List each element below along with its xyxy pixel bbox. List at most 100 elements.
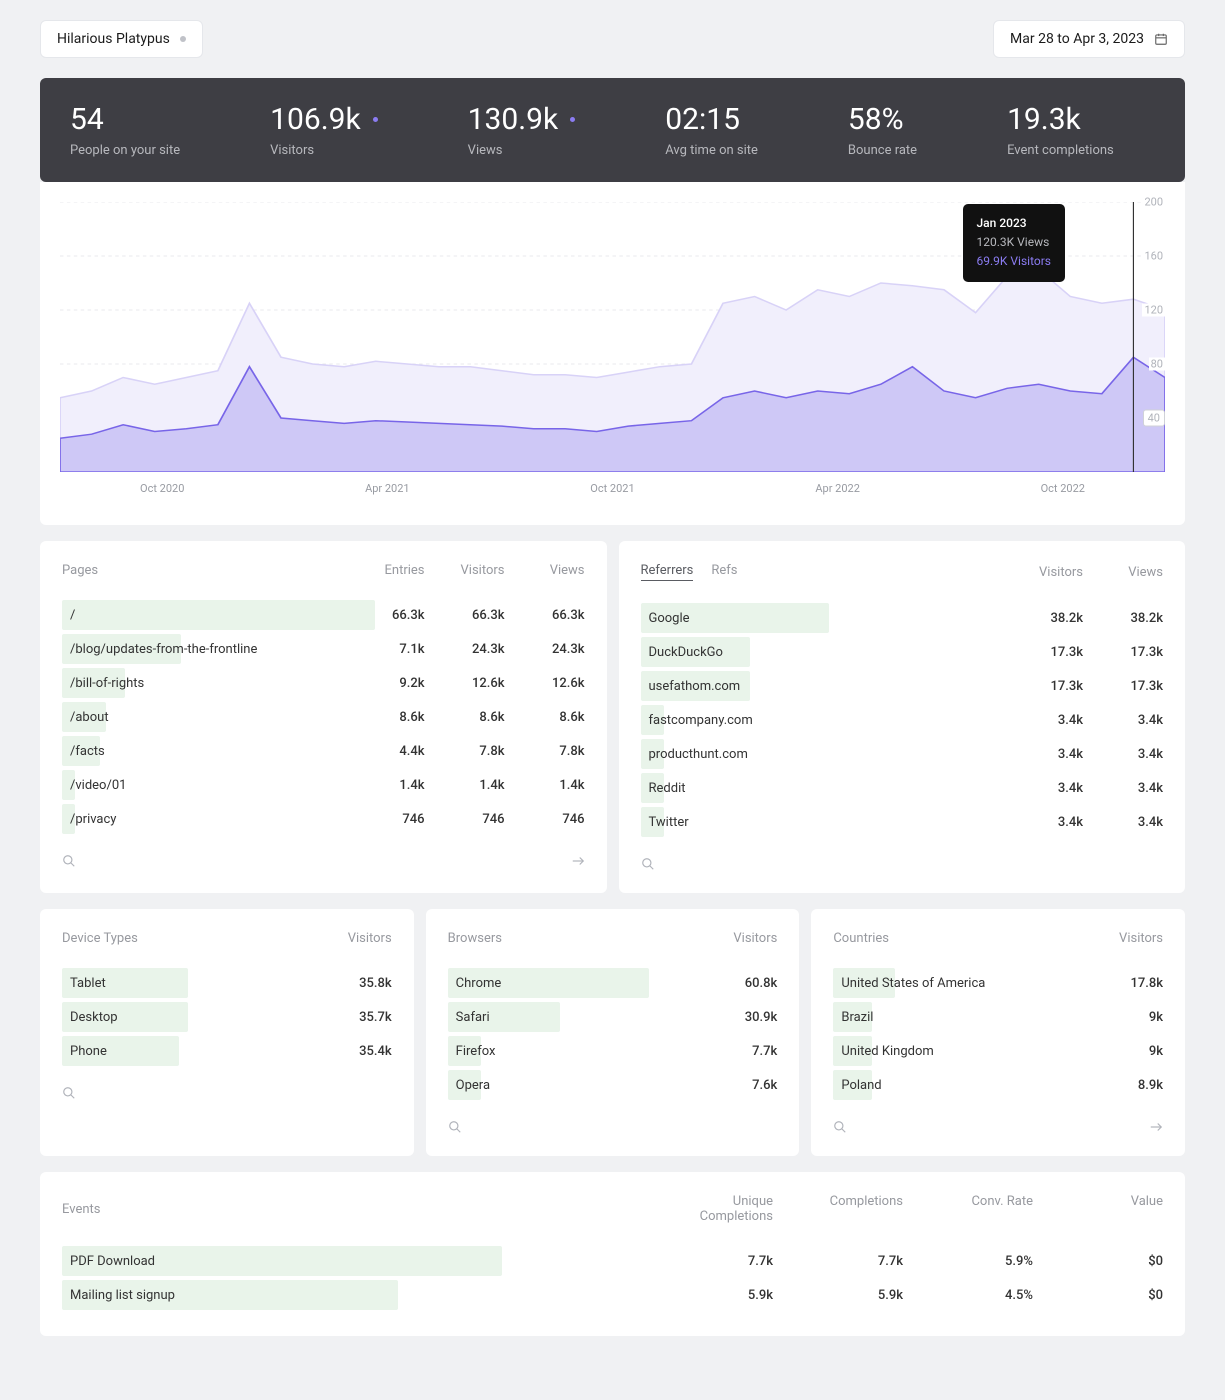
metric-value: 58% [848,102,917,137]
metric[interactable]: 54People on your site [70,102,180,158]
metric[interactable]: 19.3kEvent completions [1007,102,1114,158]
cell-value: 66.3k [375,608,425,623]
site-selector[interactable]: Hilarious Platypus [40,20,203,58]
card-title: Countries [833,931,889,946]
arrow-right-icon[interactable] [1149,1120,1163,1134]
metric[interactable]: 130.9kViews [468,102,576,158]
arrow-right-icon[interactable] [571,854,585,868]
table-row[interactable]: /about8.6k8.6k8.6k [62,702,585,732]
cell-value: 17.3k [1033,645,1083,660]
cell-value: 8.6k [375,710,425,725]
table-row[interactable]: /facts4.4k7.8k7.8k [62,736,585,766]
cell-value: 5.9k [673,1288,773,1303]
date-range: Mar 28 to Apr 3, 2023 [1010,31,1144,47]
table-row[interactable]: Twitter3.4k3.4k [641,807,1164,837]
table-row[interactable]: Firefox7.7k [448,1036,778,1066]
row-label: Twitter [641,815,689,830]
metric-label: Bounce rate [848,143,917,158]
metric-value: 130.9k [468,102,576,137]
metric[interactable]: 58% Bounce rate [848,102,917,158]
metric-value: 19.3k [1007,102,1114,137]
search-icon[interactable] [833,1120,847,1134]
table-row[interactable]: United Kingdom9k [833,1036,1163,1066]
column-header[interactable]: Completions [803,1194,903,1224]
card-title: Pages [62,563,98,578]
column-header[interactable]: Conv. Rate [933,1194,1033,1224]
column-header[interactable]: Value [1063,1194,1163,1224]
table-row[interactable]: /bill-of-rights9.2k12.6k12.6k [62,668,585,698]
table-row[interactable]: /privacy746746746 [62,804,585,834]
cell-value: 3.4k [1113,713,1163,728]
column-header[interactable]: Entries [375,563,425,578]
table-row[interactable]: producthunt.com3.4k3.4k [641,739,1164,769]
row-label: Reddit [641,781,686,796]
table-row[interactable]: Mailing list signup5.9k5.9k4.5%$0 [62,1280,1163,1310]
row-label: Phone [62,1044,107,1059]
row-label: PDF Download [62,1254,155,1269]
cell-value: 7.7k [727,1044,777,1059]
cell-value: 8.9k [1113,1078,1163,1093]
table-row[interactable]: Safari30.9k [448,1002,778,1032]
row-label: fastcompany.com [641,713,753,728]
table-row[interactable]: /video/011.4k1.4k1.4k [62,770,585,800]
table-row[interactable]: Reddit3.4k3.4k [641,773,1164,803]
metric-value: 54 [70,102,180,137]
traffic-chart[interactable]: 4080120160200 Jan 2023 120.3K Views 69.9… [60,202,1165,472]
x-tick: Oct 2021 [590,482,634,495]
table-row[interactable]: Chrome60.8k [448,968,778,998]
table-row[interactable]: Google38.2k38.2k [641,603,1164,633]
y-tick: 120 [1142,304,1165,317]
metric[interactable]: 106.9kVisitors [270,102,378,158]
table-row[interactable]: Poland8.9k [833,1070,1163,1100]
cell-value: 66.3k [455,608,505,623]
column-header[interactable]: Visitors [342,931,392,946]
tab-referrers[interactable]: Referrers [641,563,694,581]
metrics-bar: 54People on your site 106.9kVisitors 130.9… [40,78,1185,182]
table-row[interactable]: Desktop35.7k [62,1002,392,1032]
table-row[interactable]: United States of America17.8k [833,968,1163,998]
card-title: Browsers [448,931,502,946]
cell-value: 7.8k [455,744,505,759]
table-row[interactable]: Tablet35.8k [62,968,392,998]
table-row[interactable]: Brazil9k [833,1002,1163,1032]
cell-value: 4.4k [375,744,425,759]
cell-value: 35.8k [342,976,392,991]
date-range-picker[interactable]: Mar 28 to Apr 3, 2023 [993,20,1185,58]
row-label: /about [62,710,109,725]
table-row[interactable]: DuckDuckGo17.3k17.3k [641,637,1164,667]
search-icon[interactable] [62,1086,76,1100]
tab-refs[interactable]: Refs [711,563,737,581]
table-row[interactable]: /blog/updates-from-the-frontline7.1k24.3… [62,634,585,664]
column-header[interactable]: Views [1113,565,1163,580]
table-row[interactable]: Phone35.4k [62,1036,392,1066]
table-row[interactable]: PDF Download7.7k7.7k5.9%$0 [62,1246,1163,1276]
metric[interactable]: 02:15Avg time on site [665,102,758,158]
y-tick: 80 [1149,358,1165,371]
cell-value: 9k [1113,1044,1163,1059]
cell-value: 3.4k [1113,781,1163,796]
search-icon[interactable] [448,1120,462,1134]
referrers-card: Referrers Refs Visitors Views Google38.2k3… [619,541,1186,893]
devices-card: Device Types Visitors Tablet35.8kDesktop… [40,909,414,1156]
search-icon[interactable] [641,857,655,871]
metric-label: Visitors [270,143,378,158]
status-dot-icon [180,36,186,42]
tooltip-visitors: 69.9K Visitors [977,252,1051,271]
search-icon[interactable] [62,854,76,868]
row-label: producthunt.com [641,747,748,762]
column-header[interactable]: Visitors [1033,565,1083,580]
table-row[interactable]: usefathom.com17.3k17.3k [641,671,1164,701]
table-row[interactable]: Opera7.6k [448,1070,778,1100]
cell-value: 7.8k [535,744,585,759]
column-header[interactable]: Visitors [455,563,505,578]
column-header[interactable]: Visitors [1113,931,1163,946]
column-header[interactable]: Visitors [727,931,777,946]
column-header[interactable]: Unique Completions [673,1194,773,1224]
cell-value: 7.6k [727,1078,777,1093]
row-label: Brazil [833,1010,873,1025]
table-row[interactable]: fastcompany.com3.4k3.4k [641,705,1164,735]
column-header[interactable]: Views [535,563,585,578]
cell-value: 5.9% [933,1254,1033,1269]
countries-card: Countries Visitors United States of Amer… [811,909,1185,1156]
table-row[interactable]: /66.3k66.3k66.3k [62,600,585,630]
